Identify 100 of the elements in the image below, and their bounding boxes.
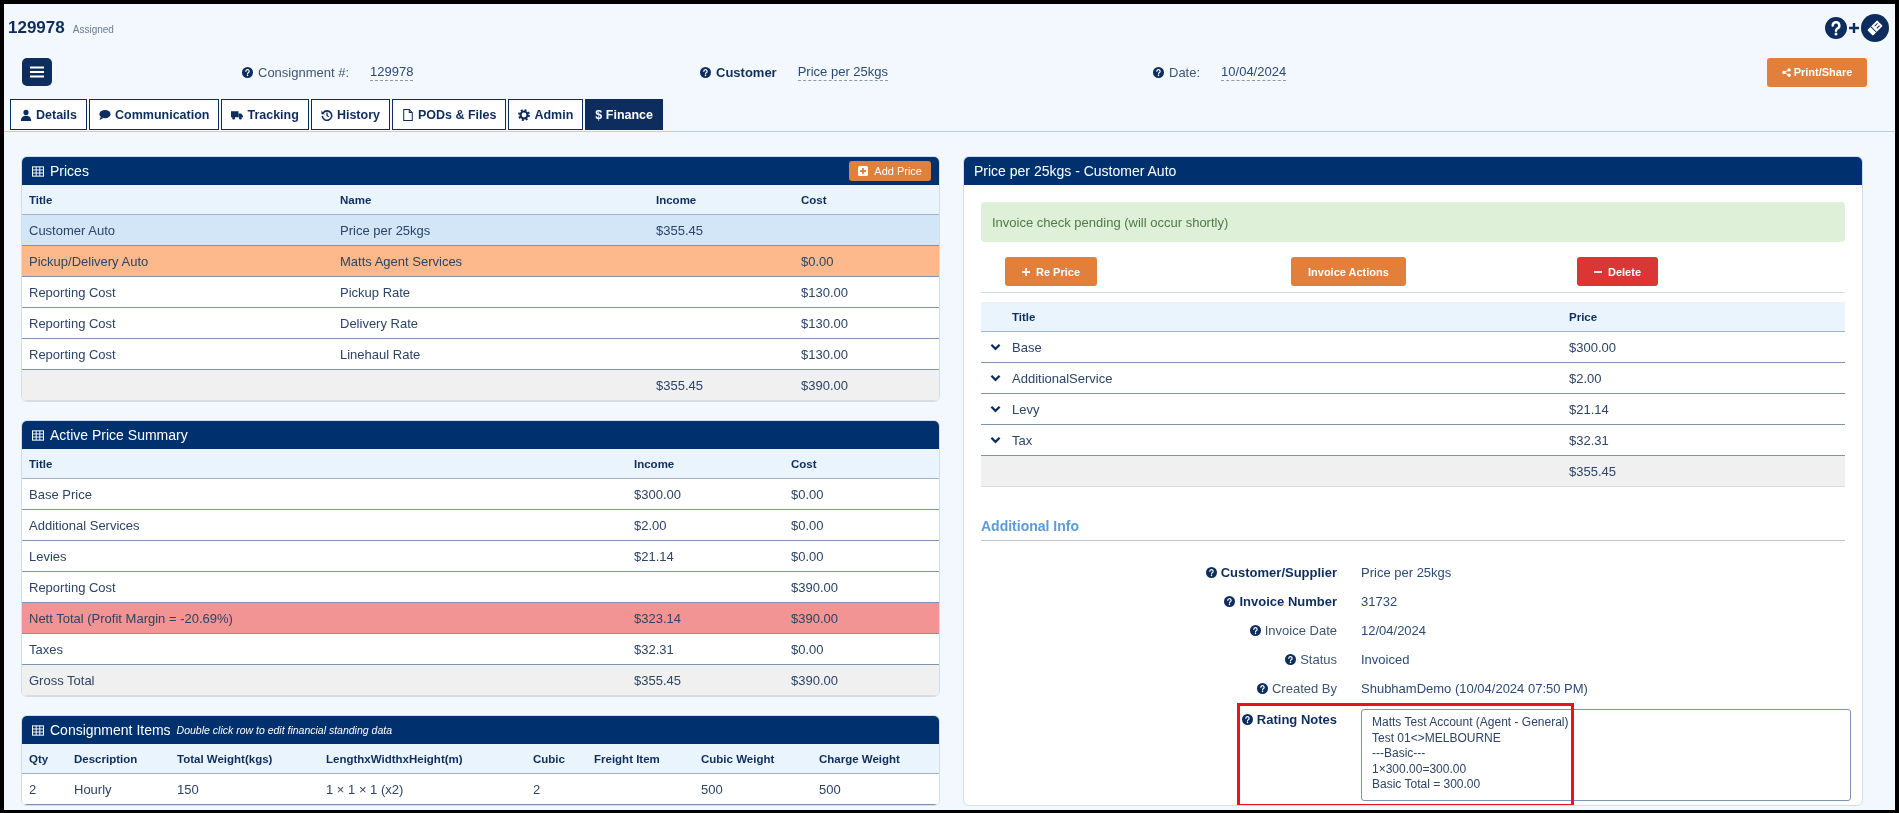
plus-icon: [1022, 267, 1030, 276]
chevron-down-icon[interactable]: [990, 343, 1001, 351]
table-cell-text: Levies: [28, 548, 68, 564]
field-label: Invoice Number: [1239, 594, 1337, 609]
tab[interactable]: Details: [10, 99, 87, 130]
rating-notes-field[interactable]: Matts Test Account (Agent - General) Test 01<>MELBOURNE ---Basic--- 1×300.00=300.00 Basic Total = 300.00: [1361, 709, 1851, 801]
table-cell-text: Taxes: [28, 641, 64, 657]
table-cell-text: Base: [1011, 339, 1043, 355]
table-icon: [32, 429, 44, 441]
table-row[interactable]: Customer Auto Price per 25kgs $355.45: [22, 215, 939, 246]
panel-hint: Double click row to edit financial standing data: [176, 724, 392, 736]
help-icon: [242, 66, 253, 78]
table-cell-text: Linehaul Rate: [339, 346, 422, 362]
column-header: Cost: [800, 193, 828, 206]
chevron-down-icon[interactable]: [990, 436, 1001, 444]
table-cell-text: $300.00: [1568, 339, 1617, 355]
column-header: Income: [633, 457, 676, 470]
table-cell-text: Nett Total (Profit Margin = -20.69%): [28, 610, 234, 626]
plus-icon[interactable]: [1849, 23, 1859, 33]
table-cell-text: Levy: [1011, 401, 1041, 417]
action-button[interactable]: Delete: [1577, 257, 1659, 286]
column-header: Cost: [790, 457, 818, 470]
menu-button[interactable]: [22, 58, 52, 86]
truck-icon: [231, 108, 244, 121]
field-value[interactable]: 129978: [370, 63, 414, 81]
ticket-icon[interactable]: [1861, 14, 1889, 42]
field-label: Invoice Date: [1264, 623, 1337, 638]
field-label: Customer: [716, 64, 777, 80]
column-header: Name: [339, 193, 373, 206]
column-header: Title: [28, 193, 54, 206]
field-value[interactable]: Price per 25kgs: [797, 63, 888, 81]
table-cell-text: $130.00: [800, 346, 849, 362]
table-icon: [32, 165, 44, 177]
table-cell-text: $300.00: [633, 486, 682, 502]
gear-icon: [518, 108, 531, 121]
table-cell-text: 2: [28, 781, 38, 797]
column-header: Cubic Weight: [700, 752, 776, 765]
field-label: Rating Notes: [1256, 712, 1337, 727]
tab[interactable]: History: [310, 99, 390, 130]
table-cell-text: $21.14: [1568, 401, 1610, 417]
table-cell-text: 1 × 1 × 1 (x2): [325, 781, 405, 797]
table-cell-text: $2.00: [1568, 370, 1603, 386]
chevron-down-icon[interactable]: [990, 405, 1001, 413]
help-icon: [1825, 17, 1847, 39]
table-cell-text: $130.00: [800, 315, 849, 331]
field-value[interactable]: 10/04/2024: [1221, 63, 1287, 81]
help-icon: [1256, 683, 1268, 694]
column-header: Qty: [28, 752, 50, 765]
menu-icon: [30, 66, 44, 78]
table-cell-text: $355.45: [655, 222, 704, 238]
column-header: LengthxWidthxHeight(m): [325, 752, 464, 765]
status-label: Assigned: [72, 24, 114, 35]
tab[interactable]: $ Finance: [585, 99, 663, 130]
help-icon: [1249, 625, 1261, 636]
history-icon: [320, 108, 333, 121]
table-cell-text: Pickup/Delivery Auto: [28, 253, 150, 269]
plus-square-icon: [858, 166, 869, 176]
tab[interactable]: Communication: [89, 99, 220, 130]
field-value: Invoiced: [1361, 651, 1411, 669]
tab[interactable]: Tracking: [221, 99, 309, 130]
table-cell-text: $323.14: [633, 610, 682, 626]
table-cell-text: AdditionalService: [1011, 370, 1114, 386]
table-cell-text: Pickup Rate: [339, 284, 412, 300]
column-header: Cubic: [532, 752, 566, 765]
field-label: Created By: [1271, 681, 1337, 696]
table-cell-text: Customer Auto: [28, 222, 116, 238]
table-cell-text: $32.31: [633, 641, 675, 657]
field-label: Date:: [1169, 64, 1201, 80]
table-cell-text: $0.00: [790, 548, 825, 564]
info-alert: Invoice check pending (will occur shortly): [981, 202, 1845, 242]
table-cell-text: $0.00: [790, 486, 825, 502]
table-row[interactable]: Pickup/Delivery Auto Matts Agent Services $0.00: [22, 246, 939, 277]
table-cell-text: Base Price: [28, 486, 93, 502]
table-cell-text: 2: [532, 781, 542, 797]
table-icon: [32, 724, 44, 736]
table-cell-text: $390.00: [790, 579, 839, 595]
tab[interactable]: Admin: [508, 99, 584, 130]
file-icon: [401, 108, 414, 121]
field-value: 31732: [1361, 593, 1399, 611]
table-cell-text: $0.00: [790, 517, 825, 533]
chevron-down-icon[interactable]: [990, 374, 1001, 382]
table-cell-text: Reporting Cost: [28, 315, 117, 331]
panel-title: Active Price Summary: [50, 427, 188, 443]
table-cell-text: 150: [176, 781, 200, 797]
table-cell-text: Price per 25kgs: [339, 222, 432, 238]
tab[interactable]: PODs & Files: [391, 99, 507, 130]
table-cell-text: $390.00: [790, 672, 839, 688]
table-cell-text: $355.45: [655, 377, 704, 393]
table-cell-text: 500: [818, 781, 842, 797]
panel-title: Prices: [50, 163, 89, 179]
table-cell-text: Matts Agent Services: [339, 253, 464, 269]
table-row[interactable]: $355.45 $390.00: [22, 370, 939, 401]
table-cell-text: Hourly: [73, 781, 113, 797]
table-cell-text: $21.14: [633, 548, 675, 564]
table-cell-text: Additional Services: [28, 517, 141, 533]
help-icon: [1153, 66, 1164, 78]
table-cell-text: $0.00: [790, 641, 825, 657]
user-icon: [20, 108, 32, 121]
table-cell-text: $355.45: [633, 672, 682, 688]
field-value: Price per 25kgs: [1361, 564, 1453, 582]
